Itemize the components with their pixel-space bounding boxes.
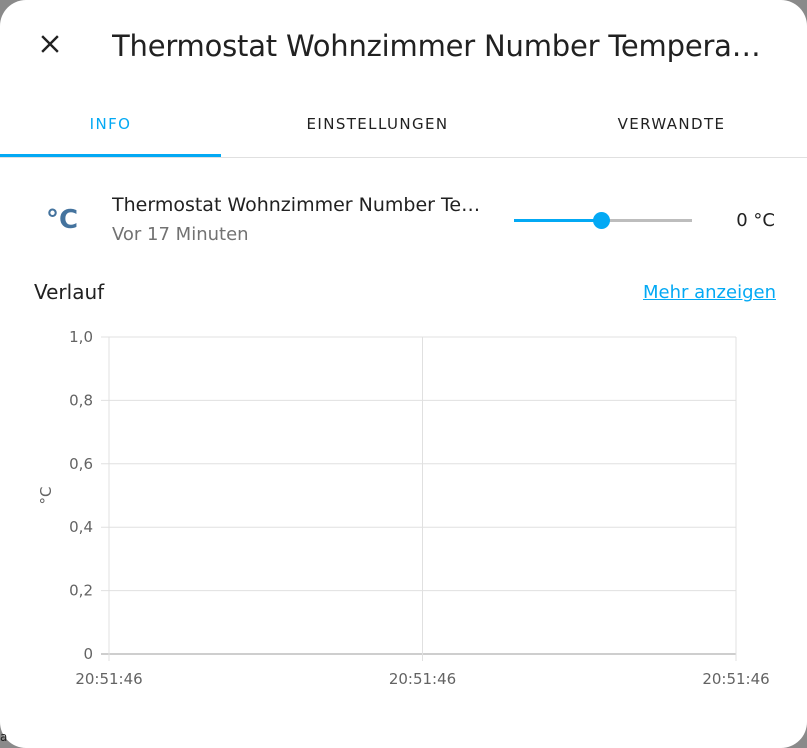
history-title: Verlauf [34,280,105,304]
slider-track-inactive [601,219,692,222]
y-tick-label: 1,0 [69,328,93,346]
stray-character: a [0,730,8,744]
x-tick-label: 20:51:46 [75,670,142,688]
tab-bar: INFO EINSTELLUNGEN VERWANDTE [0,90,807,158]
y-tick-label: 0,6 [69,455,93,473]
x-tick-label: 20:51:46 [702,670,769,688]
slider-track-active [514,219,601,222]
y-tick-label: 0,4 [69,518,93,536]
tab-verwandte[interactable]: VERWANDTE [561,90,782,157]
x-tick-label: 20:51:46 [389,670,456,688]
value-slider[interactable] [514,210,692,232]
last-changed: Vor 17 Minuten [112,224,249,245]
y-tick-label: 0 [83,645,93,663]
close-button[interactable] [26,22,74,70]
tab-info[interactable]: INFO [0,90,221,157]
y-tick-label: 0,8 [69,391,93,409]
entity-row: °C Thermostat Wohnzimmer Number Temperat… [0,180,807,260]
show-more-link[interactable]: Mehr anzeigen [643,282,776,303]
tab-einstellungen[interactable]: EINSTELLUNGEN [267,90,488,157]
more-info-dialog: Thermostat Wohnzimmer Number Temperatur … [0,0,807,748]
dialog-title: Thermostat Wohnzimmer Number Temperatur [112,29,762,63]
history-chart: 1,0 0,8 0,6 0,4 0,2 0 20:51:46 20:51:46 20:51:46… [37,328,770,688]
close-icon [38,32,62,61]
dialog-header: Thermostat Wohnzimmer Number Temperatur [0,0,807,90]
active-tab-indicator [0,154,221,157]
entity-value: 0 °C [736,210,775,231]
y-tick-label: 0,2 [69,582,93,600]
y-axis-label: °C [37,487,55,505]
entity-name[interactable]: Thermostat Wohnzimmer Number Temperatur [112,194,487,216]
slider-thumb[interactable] [593,212,610,229]
temperature-celsius-icon: °C [45,205,79,235]
